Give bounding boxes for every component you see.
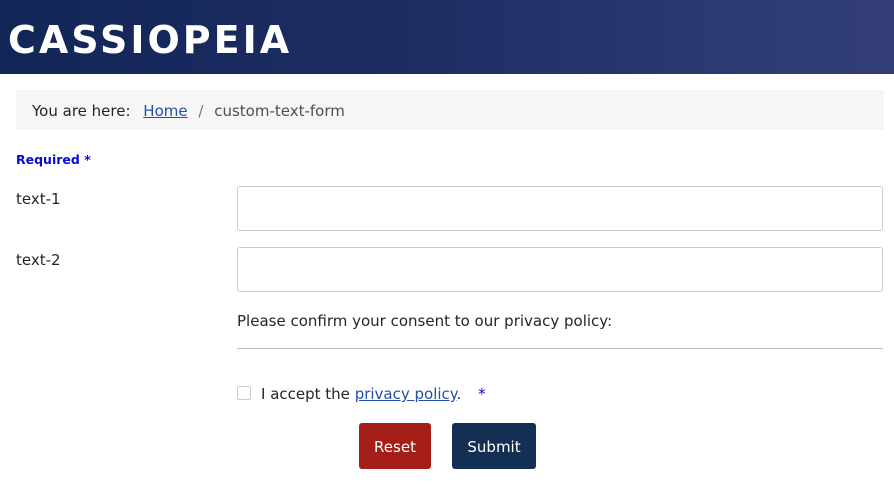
text-2-input[interactable] bbox=[237, 247, 883, 292]
required-label: Required bbox=[16, 152, 80, 167]
required-notice: Required * bbox=[16, 152, 91, 167]
text-1-label: text-1 bbox=[16, 190, 61, 208]
privacy-accept-label: I accept the privacy policy. * bbox=[261, 385, 486, 403]
privacy-accept-checkbox[interactable] bbox=[237, 386, 251, 400]
accept-prefix: I accept the bbox=[261, 385, 350, 403]
breadcrumb-prefix: You are here: bbox=[32, 102, 131, 120]
text-2-label: text-2 bbox=[16, 251, 61, 269]
accept-suffix: . bbox=[456, 385, 462, 403]
breadcrumb-separator: / bbox=[198, 102, 204, 120]
required-mark: * bbox=[84, 152, 91, 167]
text-1-input[interactable] bbox=[237, 186, 883, 231]
privacy-consent-text: Please confirm your consent to our priva… bbox=[237, 312, 613, 330]
site-logo[interactable]: CASSIOPEIA bbox=[8, 18, 292, 62]
divider bbox=[237, 348, 883, 349]
site-header: CASSIOPEIA bbox=[0, 0, 894, 74]
breadcrumb-home-link[interactable]: Home bbox=[143, 102, 187, 120]
accept-required-mark: * bbox=[478, 385, 486, 403]
breadcrumb: You are here: Home / custom-text-form bbox=[16, 90, 884, 130]
privacy-policy-link[interactable]: privacy policy bbox=[355, 385, 457, 403]
submit-button[interactable]: Submit bbox=[452, 423, 536, 469]
breadcrumb-current: custom-text-form bbox=[214, 102, 345, 120]
reset-button[interactable]: Reset bbox=[359, 423, 431, 469]
